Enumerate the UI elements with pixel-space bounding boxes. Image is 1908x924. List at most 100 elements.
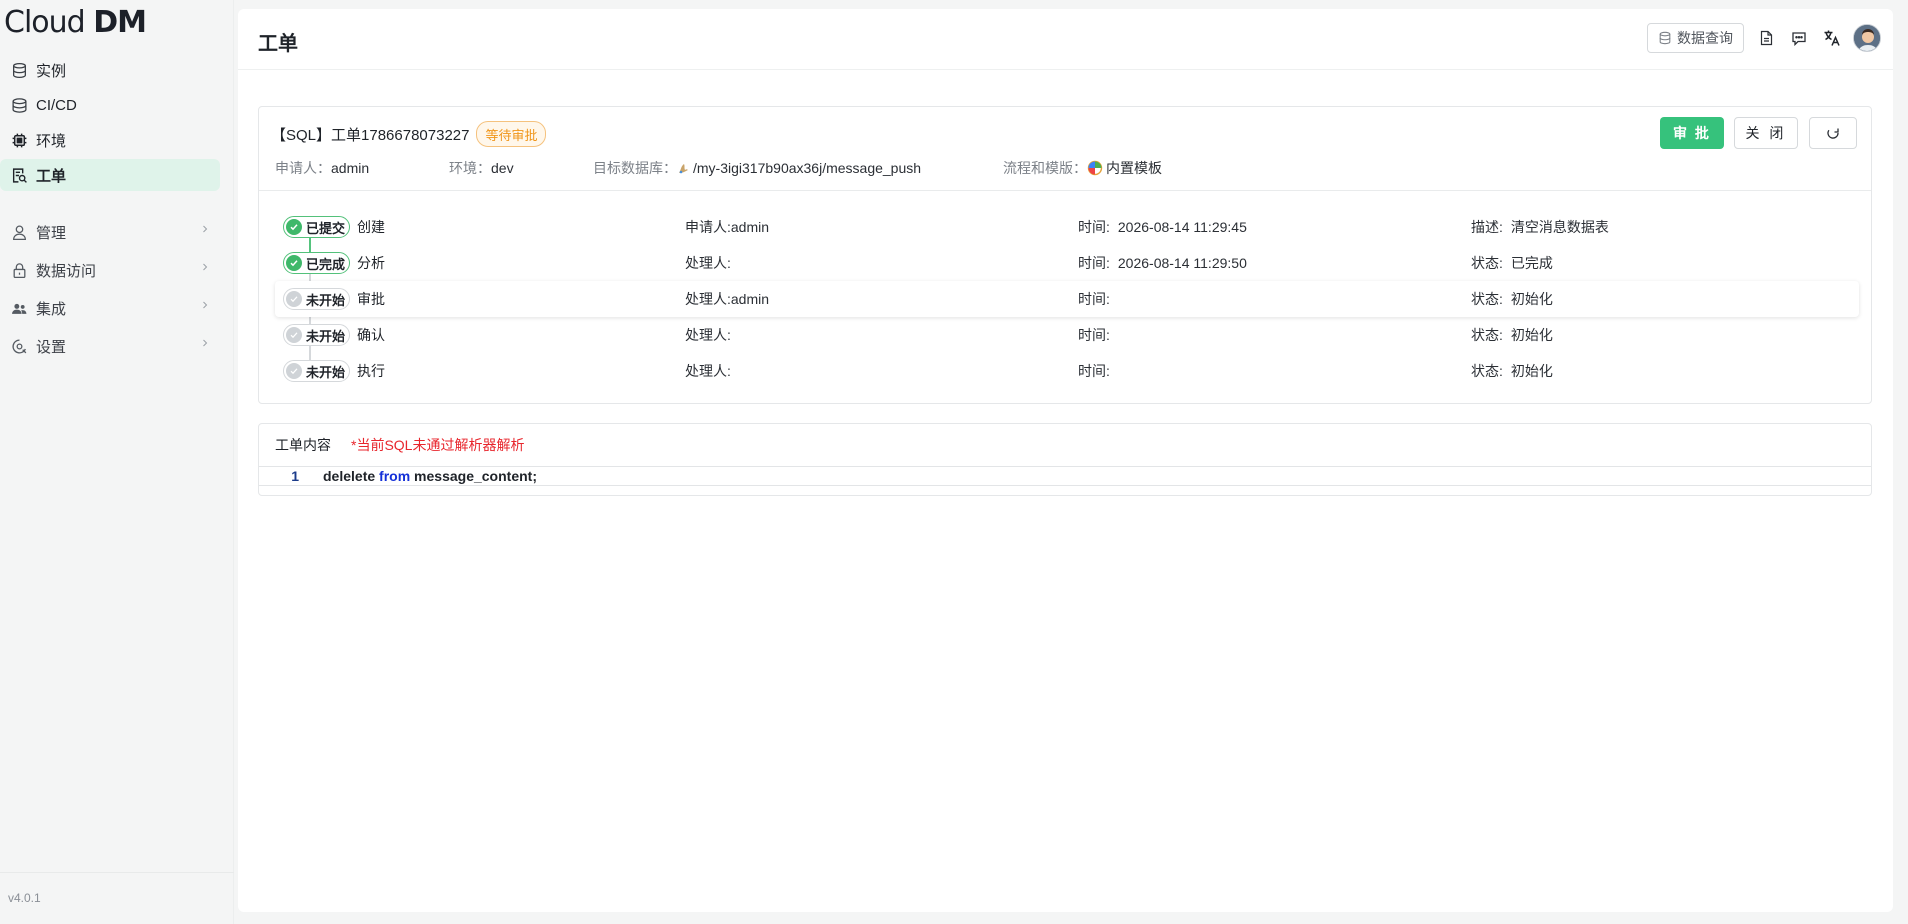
status-badge: 等待审批 — [476, 121, 547, 147]
sidebar-group-settings[interactable]: 设置 — [0, 328, 220, 364]
sidebar: Cloud DM 实例 CI/CD 环境 工单 管理 数据访问 集成 设置 v4… — [0, 0, 234, 924]
status-label: 状态: — [1471, 291, 1503, 307]
refresh-icon — [1827, 128, 1839, 139]
applicant-label: 申请人： — [275, 160, 331, 176]
time-value: 2026-08-14 11:29:45 — [1117, 219, 1247, 235]
step-row[interactable]: 未开始 执行 处理人: 时间: 状态: 初始化 — [275, 353, 1859, 389]
sidebar-group-label: 设置 — [36, 338, 67, 356]
sidebar-nav: 实例 CI/CD 环境 工单 管理 数据访问 集成 设置 — [0, 54, 234, 366]
step-row[interactable]: 未开始 确认 处理人: 时间: 状态: 初始化 — [275, 317, 1859, 353]
content-label: 工单内容 — [275, 437, 331, 453]
sidebar-group-data-access[interactable]: 数据访问 — [0, 252, 220, 288]
flow-value: 内置模板 — [1106, 160, 1162, 176]
code-editor-line[interactable]: 1 delelete from message_content; — [259, 466, 1871, 486]
step-status-label: 未开始 — [306, 292, 346, 308]
step-name: 创建 — [357, 219, 385, 235]
ticket-content-panel: 工单内容 *当前SQL未通过解析器解析 1 delelete from mess… — [258, 423, 1872, 496]
status-label: 状态: — [1471, 255, 1503, 271]
sidebar-group-integration[interactable]: 集成 — [0, 290, 220, 326]
step-person: 处理人: — [685, 363, 731, 379]
sidebar-item-cicd[interactable]: CI/CD — [0, 89, 220, 121]
translate-icon[interactable] — [1821, 27, 1843, 49]
time-label: 时间: — [1078, 363, 1110, 379]
step-status-label: 已完成 — [306, 256, 346, 272]
close-button[interactable]: 关 闭 — [1734, 117, 1798, 149]
chevron-right-icon — [198, 298, 212, 312]
step-name: 分析 — [357, 255, 385, 271]
env-value: dev — [491, 160, 514, 176]
sidebar-group-manage[interactable]: 管理 — [0, 214, 220, 250]
chevron-right-icon — [198, 260, 212, 274]
status-value: 初始化 — [1510, 327, 1553, 343]
logo[interactable]: Cloud DM — [4, 6, 147, 40]
document-icon[interactable] — [1755, 27, 1777, 49]
avatar[interactable] — [1853, 24, 1881, 52]
refresh-button[interactable] — [1809, 117, 1857, 149]
template-icon — [1087, 160, 1103, 176]
message-icon[interactable] — [1788, 27, 1810, 49]
sidebar-group-label: 集成 — [36, 300, 67, 318]
ticket-title: 【SQL】工单1786678073227 — [271, 126, 470, 144]
sidebar-item-instances[interactable]: 实例 — [0, 54, 220, 86]
lock-icon — [10, 261, 28, 279]
check-icon — [286, 255, 302, 271]
sidebar-item-label: 实例 — [36, 62, 67, 80]
step-person: 处理人: — [685, 255, 731, 271]
step-status: 状态: 初始化 — [1471, 289, 1553, 309]
step-status: 状态: 已完成 — [1471, 253, 1553, 273]
step-status-badge: 未开始 — [283, 324, 351, 346]
page-title: 工单 — [258, 33, 298, 55]
database-type-icon — [677, 161, 691, 175]
step-status-label: 未开始 — [306, 328, 346, 344]
step-status-label: 已提交 — [306, 220, 346, 236]
step-row[interactable]: 已完成 分析 处理人: 时间: 2026-08-14 11:29:50 状态: 已完… — [275, 245, 1859, 281]
ticket-actions: 审 批 关 闭 — [1660, 117, 1857, 149]
pending-icon — [286, 363, 302, 379]
code-keyword: from — [379, 468, 411, 484]
approve-button[interactable]: 审 批 — [1660, 117, 1724, 149]
env-label: 环境： — [449, 160, 491, 176]
ticket-header: 【SQL】工单1786678073227 等待审批 申请人： admin 环境： d… — [259, 107, 1871, 191]
database-icon — [1659, 31, 1671, 45]
sql-code: delelete from message_content; — [323, 468, 537, 484]
flow-label: 流程和模版： — [1003, 160, 1087, 176]
data-query-button[interactable]: 数据查询 — [1647, 23, 1744, 53]
flow-meta: 流程和模版： 内置模板 — [1003, 158, 1162, 178]
sidebar-item-label: 环境 — [36, 132, 67, 150]
step-time: 时间: 2026-08-14 11:29:50 — [1078, 253, 1247, 273]
pending-icon — [286, 291, 302, 307]
step-row[interactable]: 已提交 创建 申请人:admin 时间: 2026-08-14 11:29:45 … — [275, 209, 1859, 245]
step-status: 状态: 初始化 — [1471, 361, 1553, 381]
step-person: 处理人: — [685, 327, 731, 343]
main-panel: 工单 数据查询 【SQL】工单1786678073227 等待审批 申请人： a… — [238, 9, 1893, 912]
env-meta: 环境： dev — [449, 158, 514, 178]
time-label: 时间: — [1078, 255, 1110, 271]
status-label: 状态: — [1471, 327, 1503, 343]
workflow-steps: 已提交 创建 申请人:admin 时间: 2026-08-14 11:29:45 … — [275, 209, 1859, 389]
sidebar-item-environment[interactable]: 环境 — [0, 124, 220, 156]
status-value: 已完成 — [1510, 255, 1553, 271]
step-desc: 描述: 清空消息数据表 — [1471, 217, 1609, 237]
check-icon — [286, 219, 302, 235]
chevron-right-icon — [198, 222, 212, 236]
version-label: v4.0.1 — [0, 872, 234, 924]
sidebar-item-tickets[interactable]: 工单 — [0, 159, 220, 191]
database-icon — [10, 61, 28, 79]
step-row[interactable]: 未开始 审批 处理人:admin 时间: 状态: 初始化 — [275, 281, 1859, 317]
step-status-badge: 已完成 — [283, 252, 351, 274]
target-db-value: /my-3igi317b90ax36j/message_push — [693, 160, 922, 176]
desc-value: 清空消息数据表 — [1510, 219, 1609, 235]
target-db-meta: 目标数据库： /my-3igi317b90ax36j/message_push — [593, 158, 921, 178]
pending-icon — [286, 327, 302, 343]
sidebar-item-label: 工单 — [36, 167, 67, 185]
stack-icon — [10, 96, 28, 114]
step-status-badge: 未开始 — [283, 360, 351, 382]
step-person: 申请人:admin — [685, 219, 770, 235]
target-db-label: 目标数据库： — [593, 160, 677, 176]
step-time: 时间: — [1078, 289, 1118, 309]
step-time: 时间: — [1078, 361, 1118, 381]
users-icon — [10, 299, 28, 317]
parse-warning: *当前SQL未通过解析器解析 — [351, 437, 525, 453]
user-icon — [10, 223, 28, 241]
ticket-card: 【SQL】工单1786678073227 等待审批 申请人： admin 环境： d… — [258, 106, 1872, 404]
